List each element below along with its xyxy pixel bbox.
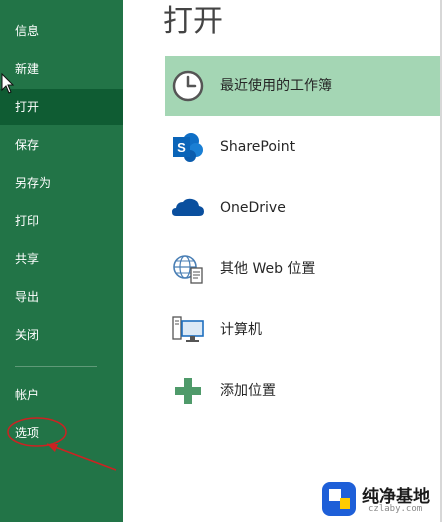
nav-close[interactable]: 关闭 — [0, 317, 123, 353]
location-label: 其他 Web 位置 — [220, 261, 316, 277]
location-label: OneDrive — [220, 200, 286, 216]
location-add-place[interactable]: 添加位置 — [165, 361, 440, 421]
clock-icon — [171, 69, 205, 103]
location-other-web[interactable]: 其他 Web 位置 — [165, 239, 440, 299]
onedrive-cloud-icon — [171, 191, 205, 225]
location-label: 计算机 — [220, 322, 262, 338]
location-label: 添加位置 — [220, 383, 276, 399]
web-location-globe-icon — [171, 252, 205, 286]
nav-share[interactable]: 共享 — [0, 241, 123, 277]
sharepoint-icon: S — [171, 130, 205, 164]
content-divider — [440, 0, 442, 522]
page-title: 打开 — [163, 4, 223, 39]
nav-export[interactable]: 导出 — [0, 279, 123, 315]
nav-new[interactable]: 新建 — [0, 51, 123, 87]
nav-options[interactable]: 选项 — [0, 415, 123, 451]
location-label: 最近使用的工作簿 — [220, 78, 332, 94]
svg-text:S: S — [177, 140, 186, 155]
nav-separator — [15, 366, 97, 367]
watermark-logo — [320, 480, 358, 518]
computer-icon — [171, 313, 205, 347]
location-computer[interactable]: 计算机 — [165, 300, 440, 360]
nav-save-as[interactable]: 另存为 — [0, 165, 123, 201]
nav-print[interactable]: 打印 — [0, 203, 123, 239]
watermark-url: czlaby.com — [368, 504, 423, 514]
add-place-plus-icon — [171, 374, 205, 408]
backstage-sidebar: 信息 新建 打开 保存 另存为 打印 共享 导出 关闭 帐户 选项 — [0, 0, 123, 522]
nav-open[interactable]: 打开 — [0, 89, 123, 125]
location-sharepoint[interactable]: S SharePoint — [165, 117, 440, 177]
nav-account[interactable]: 帐户 — [0, 377, 123, 413]
nav-info[interactable]: 信息 — [0, 13, 123, 49]
location-label: SharePoint — [220, 139, 296, 155]
location-onedrive[interactable]: OneDrive — [165, 178, 440, 238]
location-recent-workbooks[interactable]: 最近使用的工作簿 — [165, 56, 440, 116]
nav-save[interactable]: 保存 — [0, 127, 123, 163]
